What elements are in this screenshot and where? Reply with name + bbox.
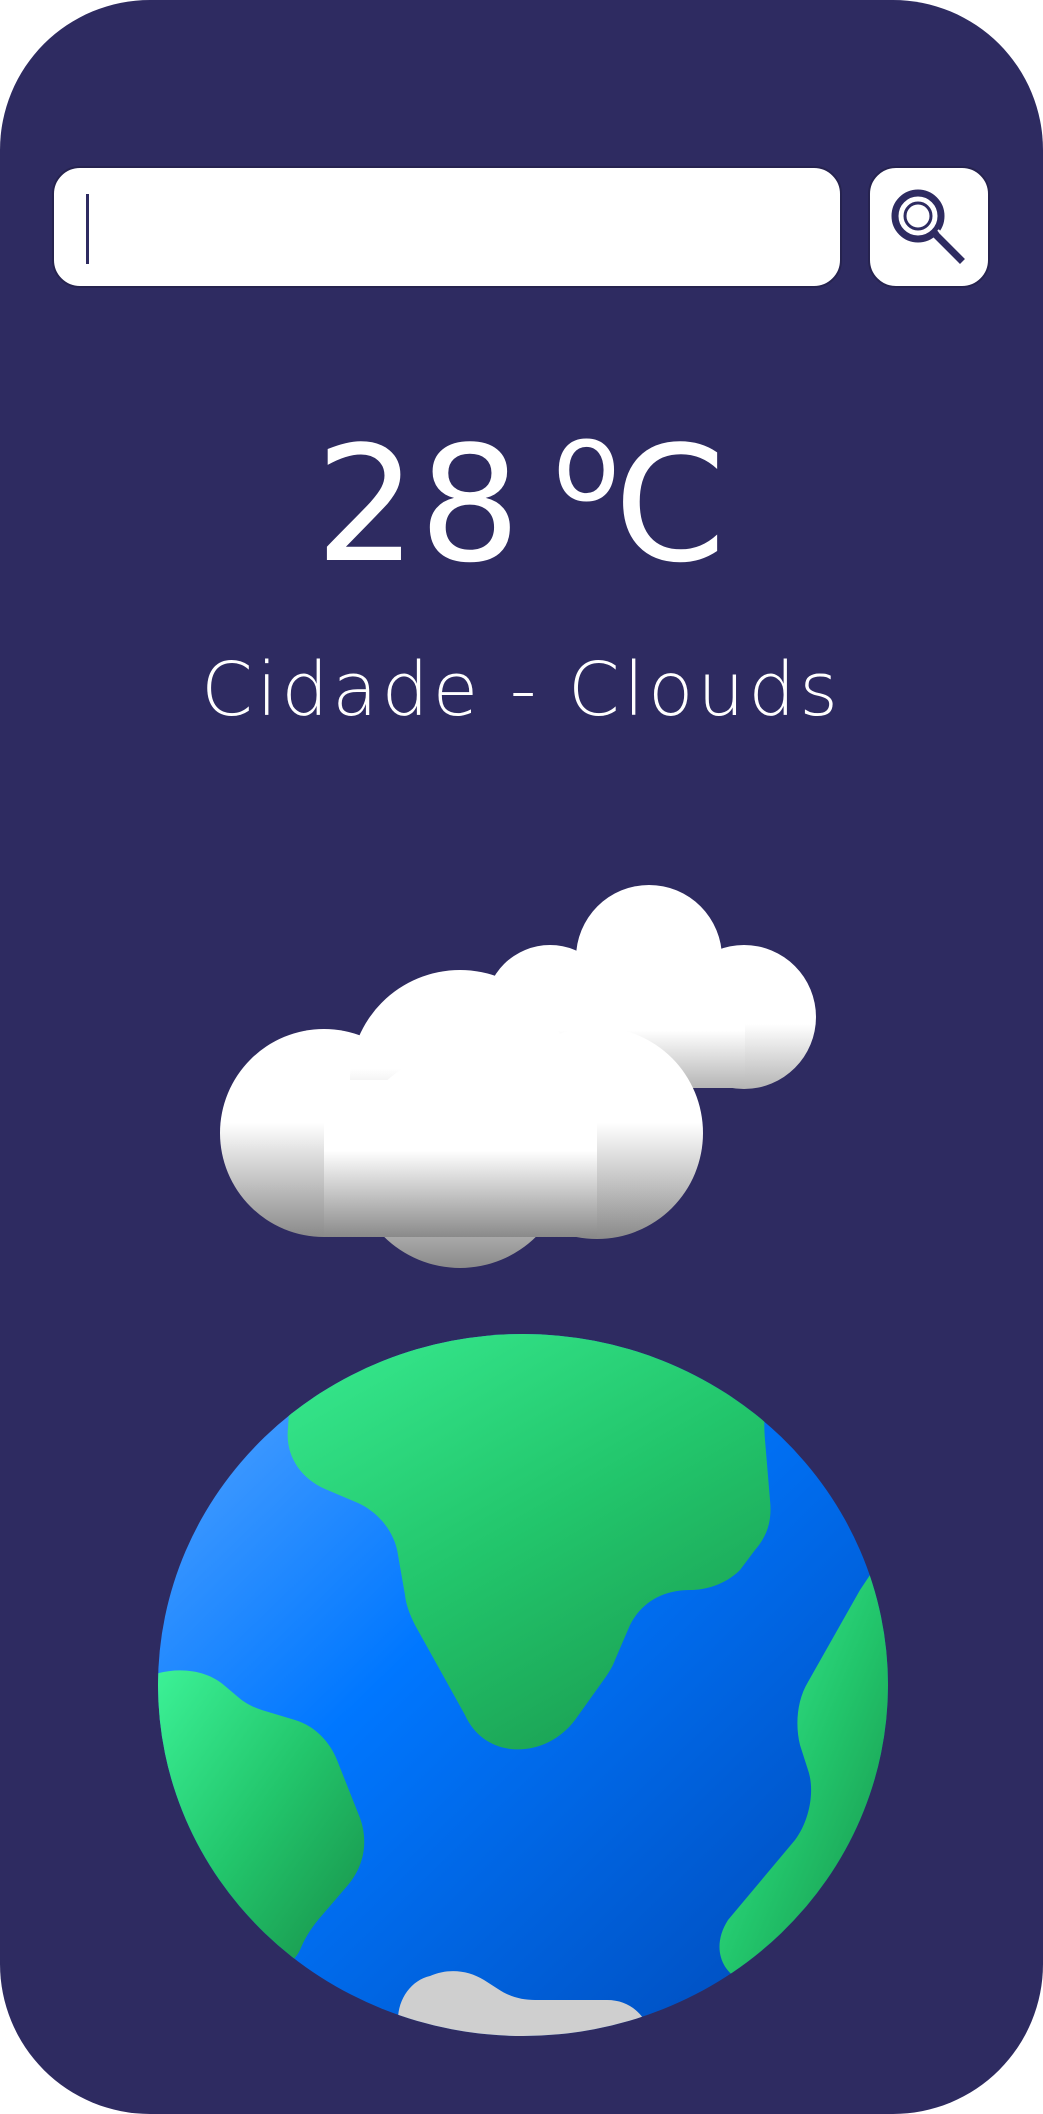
weather-illustration [158,885,888,2036]
earth-globe [158,1334,888,2036]
app-screen: 28 oC Cidade - Clouds [0,0,1043,2114]
clouds-icon [220,885,816,1268]
